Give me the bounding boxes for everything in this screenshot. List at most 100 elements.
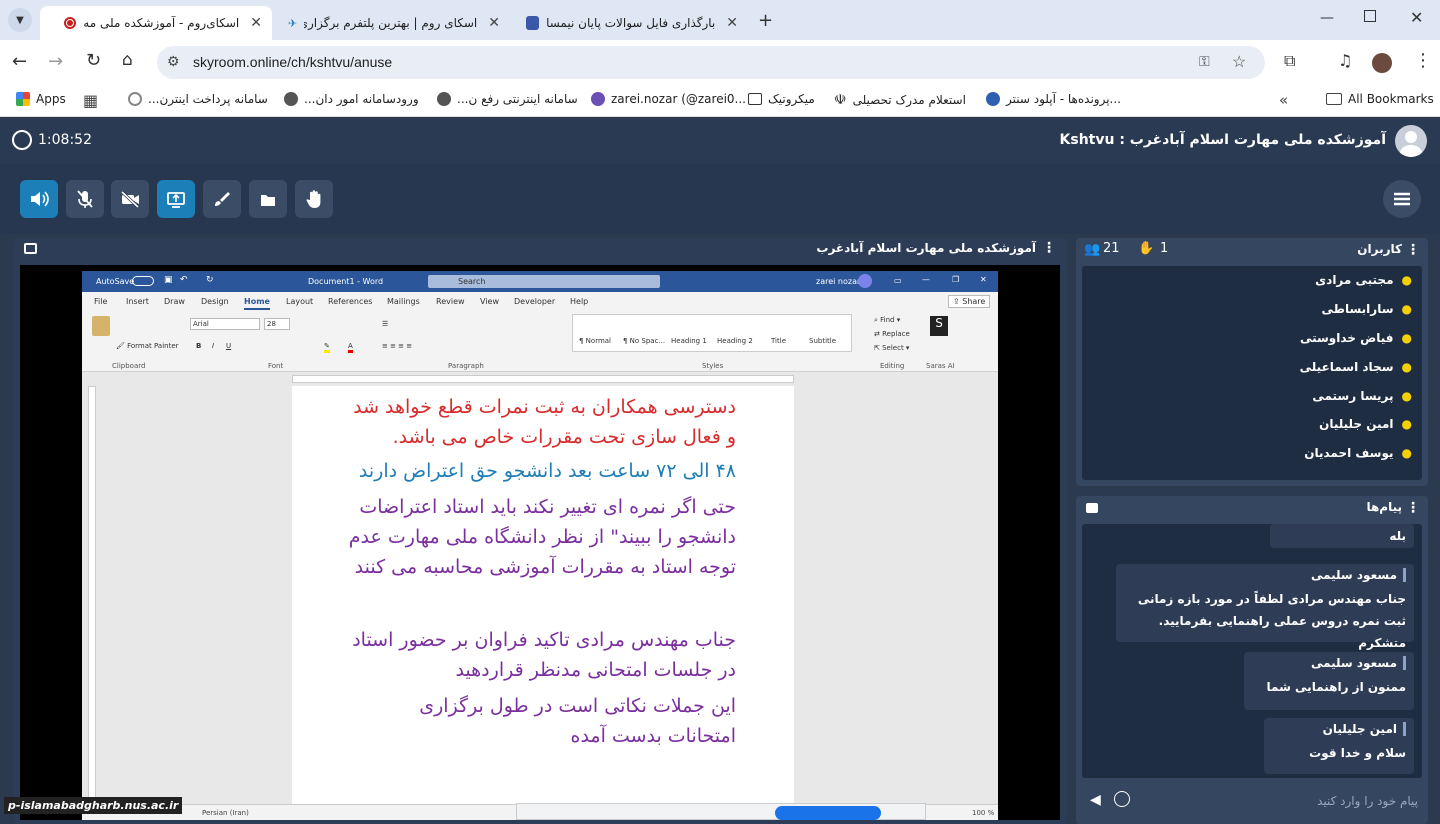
users-menu-icon[interactable]: ⋮ xyxy=(1406,242,1420,258)
back-icon[interactable]: ← xyxy=(12,51,27,72)
user-item[interactable]: ● سارابساطی xyxy=(1322,299,1412,319)
styles-gallery[interactable]: ¶ Normal ¶ No Spac... Heading 1 Heading … xyxy=(572,314,852,352)
minimize-button[interactable]: — xyxy=(1320,10,1334,26)
message-input[interactable] xyxy=(1138,788,1418,814)
site-info-icon[interactable]: ⚙ xyxy=(167,53,180,70)
word-user-avatar[interactable] xyxy=(858,274,872,288)
word-tab[interactable]: View xyxy=(480,297,499,306)
bookmark-item[interactable]: سامانه پرداخت اینترن... xyxy=(128,92,268,106)
word-tab[interactable]: Insert xyxy=(126,297,149,306)
word-tab[interactable]: References xyxy=(328,297,372,306)
align-icon[interactable]: ≡ ≡ ≡ ≡ xyxy=(382,342,412,350)
document-page[interactable]: دسترسی همکاران به ثبت نمرات قطع خواهد شد… xyxy=(292,386,794,820)
user-item[interactable]: ● فیاض خداوستی xyxy=(1300,328,1412,348)
close-tab-icon[interactable]: ✕ xyxy=(250,15,262,31)
user-item[interactable]: ● سجاد اسماعیلی xyxy=(1300,357,1412,377)
bookmark-item[interactable]: پرونده‌ها - آپلود سنتر... xyxy=(986,92,1121,106)
profile-avatar[interactable] xyxy=(1372,53,1392,73)
font-name-box[interactable]: Arial xyxy=(190,318,260,330)
voice-to-text-button[interactable]: S xyxy=(930,316,948,336)
media-control-icon[interactable]: ♫ xyxy=(1338,51,1352,70)
user-item[interactable]: ● امین جلیلیان xyxy=(1319,414,1412,434)
word-tab[interactable]: Review xyxy=(436,297,465,306)
browser-tab-1[interactable]: ✕ اسکای‌روم - آموزشکده ملی مه xyxy=(40,6,272,40)
forward-icon[interactable]: → xyxy=(48,51,63,72)
bookmark-item[interactable]: سامانه اینترنتی رفع ن... xyxy=(437,92,578,106)
replace-button[interactable]: ⇄ Replace xyxy=(874,330,910,338)
find-button[interactable]: ⌕ Find ▾ xyxy=(874,316,900,325)
word-tab[interactable]: File xyxy=(94,297,107,306)
autosave-toggle[interactable] xyxy=(132,276,154,286)
word-tab[interactable]: Layout xyxy=(286,297,313,306)
underline-icon[interactable]: U xyxy=(226,342,231,350)
extensions-icon[interactable]: ⧉ xyxy=(1284,51,1295,71)
home-icon[interactable]: ⌂ xyxy=(122,50,133,70)
word-search-box[interactable]: Search xyxy=(428,275,660,288)
style-heading1[interactable]: Heading 1 xyxy=(671,337,707,345)
emoji-icon[interactable] xyxy=(1114,791,1130,807)
whiteboard-button[interactable] xyxy=(203,180,241,218)
bookmark-item[interactable]: zarei.nozar (@zarei0... xyxy=(591,92,746,106)
status-zoom[interactable]: 100 % xyxy=(972,809,994,817)
format-painter[interactable]: 🖌 Format Painter xyxy=(116,342,179,350)
close-tab-icon[interactable]: ✕ xyxy=(488,15,500,31)
highlight-icon[interactable]: ✎ xyxy=(324,342,330,353)
raise-hand-button[interactable] xyxy=(295,180,333,218)
speaker-button[interactable] xyxy=(20,180,58,218)
word-close-icon[interactable]: ✕ xyxy=(980,275,987,284)
browser-tab-3[interactable]: ✕ بارگذاری فایل سوالات پایان نیمسال xyxy=(516,6,748,40)
style-nospacing[interactable]: ¶ No Spac... xyxy=(623,337,665,345)
redo-icon[interactable]: ↻ xyxy=(206,275,214,285)
undo-icon[interactable]: ↶ xyxy=(180,275,188,285)
bookmark-item[interactable]: ورودسامانه امور دان... xyxy=(284,92,419,106)
paste-icon[interactable] xyxy=(92,316,110,336)
menu-dots-icon[interactable]: ⋮ xyxy=(1414,50,1432,71)
user-item[interactable]: ● یوسف احمدیان xyxy=(1304,443,1412,463)
word-tab[interactable]: Design xyxy=(201,297,229,306)
all-bookmarks[interactable]: All Bookmarks xyxy=(1326,92,1434,106)
browser-tab-2[interactable]: ✕ اسکای روم | بهترین پلتفرم برگزاری ✈ xyxy=(278,6,510,40)
new-tab-button[interactable]: + xyxy=(758,10,773,31)
word-tab[interactable]: Developer xyxy=(514,297,555,306)
font-size-box[interactable]: 28 xyxy=(264,318,290,330)
password-key-icon[interactable]: ⚿ xyxy=(1199,53,1210,70)
main-menu-button[interactable] xyxy=(1383,180,1421,218)
word-minimize-icon[interactable]: — xyxy=(922,275,930,284)
stage-menu-icon[interactable]: ⋮ xyxy=(1042,240,1056,256)
word-tab-active[interactable]: Home xyxy=(244,297,270,310)
bookmark-star-icon[interactable]: ☆ xyxy=(1232,52,1246,72)
send-icon[interactable]: ◀ xyxy=(1090,792,1101,808)
microphone-button[interactable] xyxy=(66,180,104,218)
word-share-button[interactable]: ⇪ Share xyxy=(948,295,991,308)
word-tab[interactable]: Mailings xyxy=(387,297,420,306)
bookmark-item[interactable]: میکروتیک xyxy=(748,92,815,106)
messages-menu-icon[interactable]: ⋮ xyxy=(1406,500,1420,516)
bold-icon[interactable]: B xyxy=(196,342,201,350)
pip-icon[interactable] xyxy=(24,243,37,254)
ribbon-display-icon[interactable]: ▭ xyxy=(894,276,902,285)
bookmark-apps[interactable]: Apps xyxy=(16,92,66,106)
style-title[interactable]: Title xyxy=(771,337,786,345)
word-tab[interactable]: Help xyxy=(570,297,588,306)
files-button[interactable] xyxy=(249,180,287,218)
user-item[interactable]: ● مجتبی مرادی xyxy=(1315,270,1412,290)
bullets-icon[interactable]: ☰ xyxy=(382,320,388,328)
style-heading2[interactable]: Heading 2 xyxy=(717,337,753,345)
status-language[interactable]: Persian (Iran) xyxy=(202,809,249,817)
screen-share-button[interactable] xyxy=(157,180,195,218)
stop-sharing-button[interactable] xyxy=(775,806,881,820)
italic-icon[interactable]: I xyxy=(212,342,214,350)
select-button[interactable]: ⇱ Select ▾ xyxy=(874,344,909,352)
restore-button[interactable] xyxy=(1364,10,1376,22)
close-tab-icon[interactable]: ✕ xyxy=(726,15,738,31)
user-item[interactable]: ● پریسا رستمی xyxy=(1312,386,1412,406)
font-color-icon[interactable]: A xyxy=(348,342,353,353)
camera-button[interactable] xyxy=(111,180,149,218)
style-normal[interactable]: ¶ Normal xyxy=(579,337,611,345)
reload-icon[interactable]: ↻ xyxy=(86,50,101,71)
word-tab[interactable]: Draw xyxy=(164,297,185,306)
close-window-button[interactable]: ✕ xyxy=(1410,8,1423,27)
bookmark-item[interactable]: ☫ استعلام مدرک تحصیلی xyxy=(834,92,966,108)
user-avatar[interactable] xyxy=(1395,125,1427,157)
word-restore-icon[interactable]: ❐ xyxy=(952,275,959,284)
